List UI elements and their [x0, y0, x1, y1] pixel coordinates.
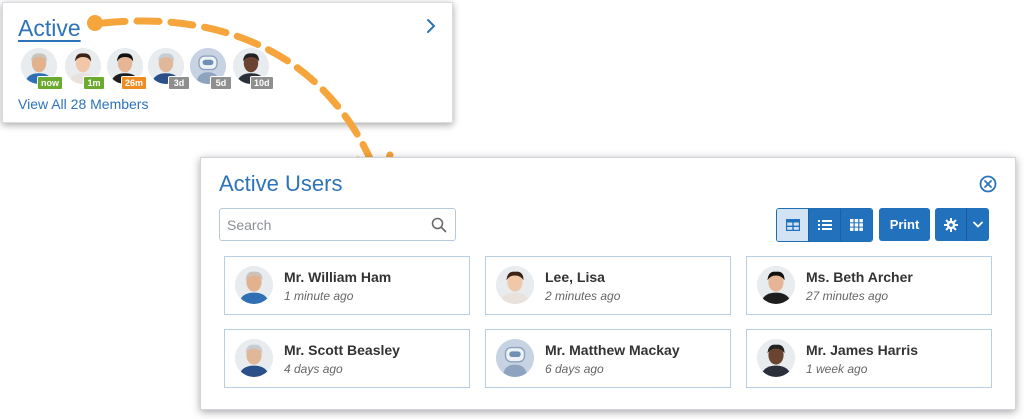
list-view-button[interactable]	[809, 209, 841, 241]
user-last-active: 27 minutes ago	[806, 289, 889, 303]
search-input[interactable]	[220, 209, 427, 240]
user-last-active: 2 minutes ago	[545, 289, 621, 303]
user-avatar	[757, 339, 795, 377]
user-card[interactable]: Mr. Matthew Mackay 6 days ago	[485, 329, 731, 388]
user-name: Mr. Matthew Mackay	[545, 342, 680, 358]
user-card[interactable]: Mr. Scott Beasley 4 days ago	[224, 329, 470, 388]
activity-badge: 26m	[121, 76, 148, 90]
card-view-icon	[785, 219, 800, 231]
settings-dropdown-button[interactable]	[967, 208, 989, 241]
active-users-panel: Active Users Search Print Mr. William Ha…	[200, 157, 1016, 410]
user-card[interactable]: Mr. James Harris 1 week ago	[746, 329, 992, 388]
user-avatar	[235, 339, 273, 377]
user-last-active: 6 days ago	[545, 362, 604, 376]
card-view-button[interactable]	[777, 209, 809, 241]
active-widget: Active now 1m 26m 3d 5d 10d View All 28 …	[2, 2, 453, 123]
activity-badge: 1m	[83, 76, 105, 90]
chevron-down-icon	[973, 221, 983, 228]
grid-icon	[850, 219, 863, 231]
user-card[interactable]: Mr. William Ham 1 minute ago	[224, 256, 470, 315]
activity-badge: 3d	[168, 76, 190, 90]
user-name: Mr. Scott Beasley	[284, 342, 400, 358]
user-avatar	[496, 339, 534, 377]
user-name: Mr. James Harris	[806, 342, 919, 358]
user-avatar	[235, 266, 273, 304]
activity-badge: 10d	[250, 76, 274, 90]
user-avatar	[757, 266, 795, 304]
list-icon	[817, 220, 832, 230]
user-card[interactable]: Ms. Beth Archer 27 minutes ago	[746, 256, 992, 315]
user-last-active: 1 minute ago	[284, 289, 354, 303]
user-name: Ms. Beth Archer	[806, 269, 913, 285]
user-last-active: 1 week ago	[806, 362, 868, 376]
search-icon[interactable]	[431, 217, 447, 233]
print-button[interactable]: Print	[879, 208, 930, 241]
activity-badge: 5d	[210, 76, 232, 90]
panel-title: Active Users	[219, 171, 343, 196]
search-box	[219, 208, 456, 241]
activity-badge: now	[37, 76, 63, 90]
gear-icon	[943, 217, 958, 232]
user-card[interactable]: Lee, Lisa 2 minutes ago	[485, 256, 731, 315]
grid-view-button[interactable]	[841, 209, 872, 241]
close-icon[interactable]	[979, 175, 997, 193]
user-last-active: 4 days ago	[284, 362, 343, 376]
active-title-link[interactable]: Active	[18, 15, 81, 42]
user-name: Lee, Lisa	[545, 269, 605, 285]
user-name: Mr. William Ham	[284, 269, 392, 285]
view-toggle-group	[776, 208, 873, 242]
user-avatar	[496, 266, 534, 304]
chevron-right-icon[interactable]	[422, 17, 440, 35]
settings-button[interactable]	[935, 208, 967, 241]
view-all-members-link[interactable]: View All 28 Members	[18, 96, 148, 112]
settings-button-group	[935, 208, 989, 241]
